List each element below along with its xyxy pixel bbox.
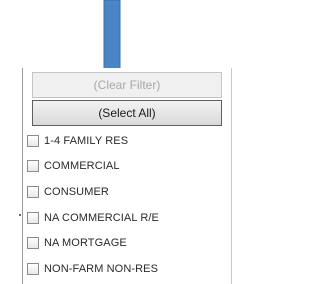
list-item[interactable]: NA MORTGAGE — [27, 230, 227, 256]
checkbox-icon[interactable] — [27, 211, 39, 224]
list-item[interactable]: NA COMMERCIAL R/E — [27, 205, 227, 231]
list-item[interactable]: NON-FARM NON-RES — [27, 256, 227, 282]
filter-item-label: NA MORTGAGE — [44, 237, 127, 250]
select-all-button[interactable]: (Select All) — [32, 100, 222, 126]
checkbox-icon[interactable] — [27, 237, 39, 250]
filter-item-label: 1-4 FAMILY RES — [44, 134, 129, 147]
checkbox-icon[interactable] — [27, 185, 39, 198]
list-item[interactable]: 1-4 FAMILY RES — [27, 128, 227, 154]
clear-filter-button[interactable]: (Clear Filter) — [32, 72, 222, 98]
filter-item-label: NON-FARM NON-RES — [44, 262, 159, 275]
list-item[interactable]: COMMERCIAL — [27, 154, 227, 180]
filter-item-label: NA COMMERCIAL R/E — [44, 211, 159, 224]
filter-dropdown: (Clear Filter) (Select All) 1-4 FAMILY R… — [22, 68, 232, 284]
filter-value-list: 1-4 FAMILY RES COMMERCIAL CONSUMER NA CO… — [27, 128, 227, 282]
list-item[interactable]: CONSUMER — [27, 179, 227, 205]
checkbox-icon[interactable] — [27, 134, 39, 147]
checkbox-icon[interactable] — [27, 262, 39, 275]
filter-item-label: CONSUMER — [44, 185, 109, 198]
filter-item-label: COMMERCIAL — [44, 160, 120, 173]
edge-mark — [19, 214, 21, 216]
checkbox-icon[interactable] — [27, 160, 39, 173]
